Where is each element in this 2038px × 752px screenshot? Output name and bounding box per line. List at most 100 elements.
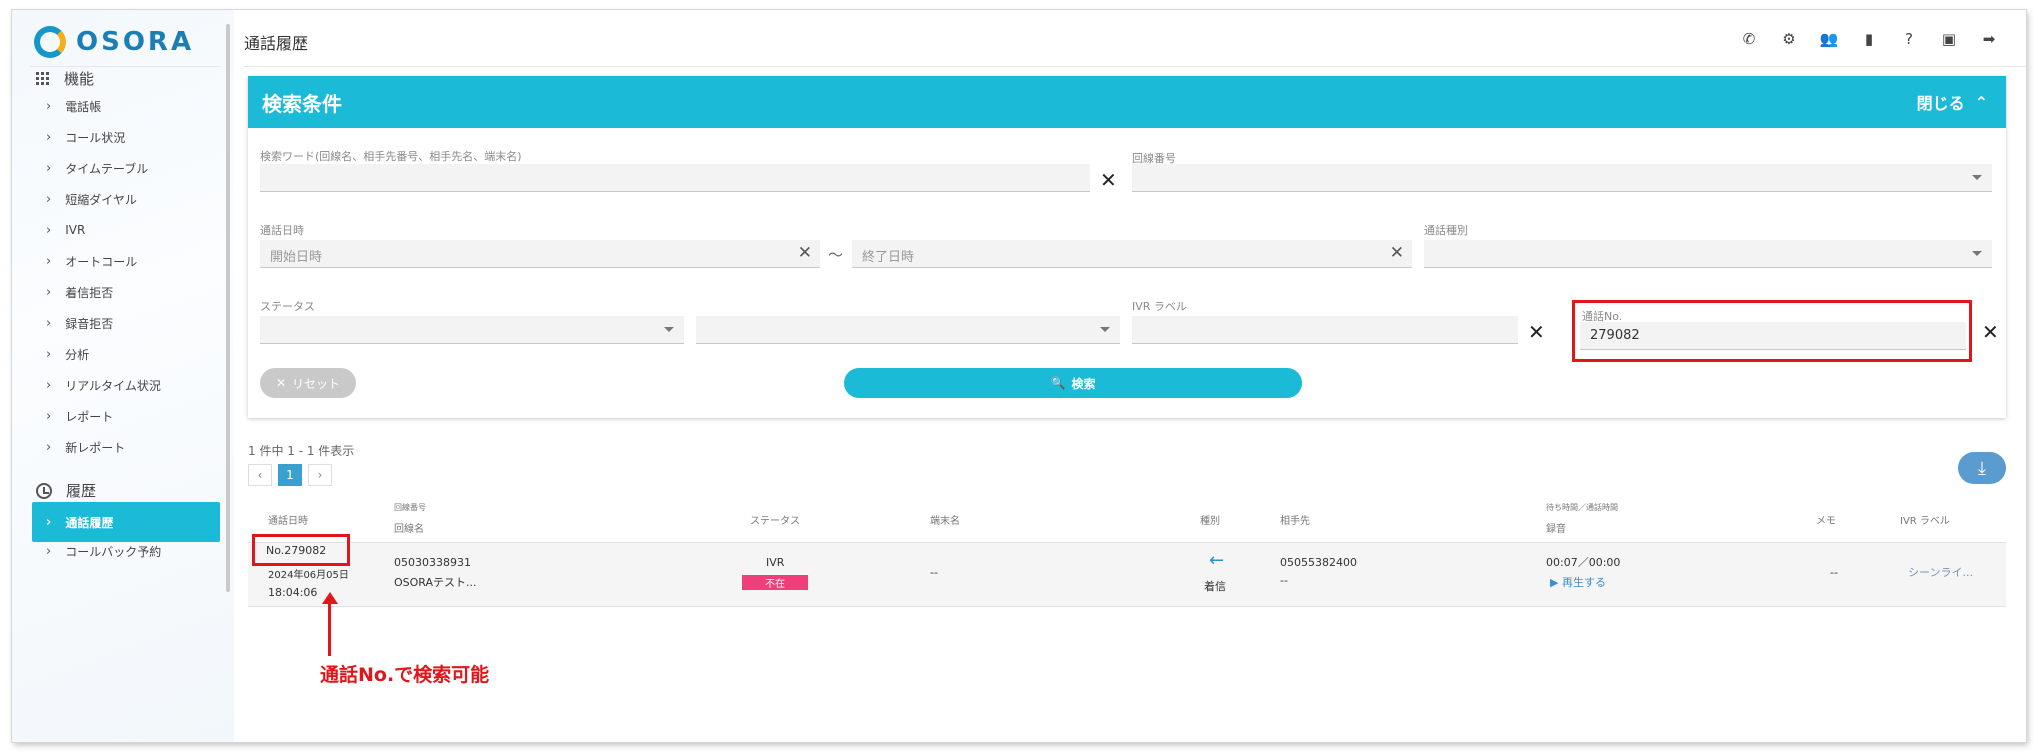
section-history-label: 履歴 bbox=[66, 482, 97, 500]
prev-page-button[interactable]: ‹ bbox=[248, 464, 272, 486]
header-toolbar: ✆ ⚙ 👥 ▮ ? ▣ ➡ bbox=[1738, 28, 2000, 50]
sidebar-item-new-report[interactable]: › 新レポート bbox=[32, 429, 220, 465]
search-label: 検索 bbox=[1071, 376, 1096, 391]
sidebar-item-label: タイムテーブル bbox=[65, 161, 149, 176]
logo[interactable]: OSORA bbox=[34, 24, 194, 60]
clear-start-icon[interactable]: ✕ bbox=[798, 243, 812, 263]
annotation-arrow bbox=[328, 598, 331, 656]
sidebar-item-label: IVR bbox=[65, 223, 86, 237]
account-box-icon[interactable]: ▣ bbox=[1938, 28, 1960, 50]
call-no-input[interactable]: 279082 bbox=[1580, 322, 1966, 350]
chevron-right-icon: › bbox=[46, 222, 52, 238]
settings-icon[interactable]: ⚙ bbox=[1778, 28, 1800, 50]
dropdown-caret-icon bbox=[664, 327, 674, 332]
dropdown-caret-icon bbox=[1100, 327, 1110, 332]
row-line-name: OSORAテスト... bbox=[394, 576, 477, 589]
sidebar-item-label: コールバック予約 bbox=[65, 544, 162, 559]
close-icon: ✕ bbox=[275, 376, 287, 390]
call-type-select[interactable] bbox=[1424, 240, 1992, 268]
search-button[interactable]: 🔍 検索 bbox=[844, 368, 1302, 398]
col-type: 種別 bbox=[1200, 516, 1220, 527]
section-features: 機能 bbox=[36, 68, 94, 89]
chevron-right-icon: › bbox=[46, 284, 52, 300]
chevron-right-icon: › bbox=[46, 377, 52, 393]
result-summary: 1 件中 1 - 1 件表示 bbox=[248, 444, 355, 458]
page-1-button[interactable]: 1 bbox=[278, 464, 302, 486]
users-icon[interactable]: 👥 bbox=[1818, 28, 1840, 50]
chevron-right-icon: › bbox=[46, 98, 52, 114]
row-call-no: No.279082 bbox=[266, 544, 327, 557]
chevron-right-icon: › bbox=[46, 346, 52, 362]
row-terminal: -- bbox=[930, 566, 938, 579]
chevron-right-icon: › bbox=[46, 439, 52, 455]
keyword-label: 検索ワード(回線名、相手先番号、相手先名、端末名) bbox=[260, 150, 522, 163]
ivr-label-input[interactable] bbox=[1132, 316, 1518, 344]
chevron-up-icon: ⌃ bbox=[1974, 92, 1988, 112]
download-icon: ⤓ bbox=[1978, 457, 1986, 479]
clear-keyword-icon[interactable]: ✕ bbox=[1100, 168, 1117, 192]
status-select-1[interactable] bbox=[260, 316, 684, 344]
chevron-right-icon: › bbox=[46, 160, 52, 176]
row-status: IVR bbox=[766, 556, 785, 569]
line-number-select[interactable] bbox=[1132, 164, 1992, 192]
clear-end-icon[interactable]: ✕ bbox=[1390, 243, 1404, 263]
call-type-label: 通話種別 bbox=[1424, 224, 1468, 237]
close-panel-button[interactable]: 閉じる ⌃ bbox=[1917, 90, 1988, 114]
status-select-2[interactable] bbox=[696, 316, 1120, 344]
chevron-right-icon: › bbox=[46, 543, 52, 559]
start-datetime-placeholder: 開始日時 bbox=[270, 250, 323, 265]
col-partner: 相手先 bbox=[1280, 516, 1310, 527]
sidebar-item-callback-reservation[interactable]: › コールバック予約 bbox=[32, 533, 220, 569]
history-icon bbox=[36, 482, 52, 499]
search-icon: 🔍 bbox=[1050, 376, 1066, 390]
sidebar-item-label: 分析 bbox=[65, 347, 90, 362]
chevron-right-icon: › bbox=[46, 315, 52, 331]
row-date: 2024年06月05日 bbox=[268, 570, 349, 581]
start-datetime-input[interactable]: 開始日時 ✕ bbox=[260, 240, 820, 268]
header-divider bbox=[244, 66, 2026, 67]
status-label: ステータス bbox=[260, 300, 315, 313]
logout-icon[interactable]: ➡ bbox=[1978, 28, 2000, 50]
col-recording: 録音 bbox=[1546, 524, 1566, 535]
row-duration: 00:07／00:00 bbox=[1546, 556, 1621, 569]
section-history: 履歴 bbox=[36, 480, 96, 501]
help-icon[interactable]: ? bbox=[1898, 28, 1920, 50]
download-button[interactable]: ⤓ bbox=[1958, 452, 2006, 484]
col-ivr: IVR ラベル bbox=[1900, 516, 1950, 527]
col-line-number: 回線番号 bbox=[394, 503, 426, 512]
sidebar-item-label: 新レポート bbox=[65, 440, 126, 455]
play-recording-link[interactable]: ▶ 再生する bbox=[1550, 574, 1606, 590]
chevron-right-icon: › bbox=[46, 129, 52, 145]
search-panel-header: 検索条件 閉じる ⌃ bbox=[248, 76, 2006, 128]
sidebar-item-label: コール状況 bbox=[65, 130, 126, 145]
row-partner-number: 05055382400 bbox=[1280, 556, 1357, 569]
apps-grid-icon bbox=[36, 71, 50, 86]
book-icon[interactable]: ▮ bbox=[1858, 28, 1880, 50]
row-ivr-label-link[interactable]: シーンライ... bbox=[1908, 564, 1973, 580]
clear-call-no-icon[interactable]: ✕ bbox=[1982, 320, 1999, 344]
chevron-right-icon: › bbox=[46, 408, 52, 424]
sidebar-scrollbar[interactable] bbox=[226, 24, 230, 592]
clear-ivr-icon[interactable]: ✕ bbox=[1528, 320, 1545, 344]
reset-button[interactable]: ✕ リセット bbox=[260, 368, 356, 398]
end-datetime-placeholder: 終了日時 bbox=[862, 250, 915, 265]
chevron-right-icon: › bbox=[46, 253, 52, 269]
col-terminal: 端末名 bbox=[930, 516, 960, 527]
divider bbox=[30, 66, 220, 67]
sidebar-item-label: 着信拒否 bbox=[65, 285, 114, 300]
table-row[interactable] bbox=[248, 543, 2006, 607]
phone-callback-icon[interactable]: ✆ bbox=[1738, 28, 1760, 50]
row-direction: 着信 bbox=[1204, 580, 1226, 593]
page-title: 通話履歴 bbox=[244, 34, 309, 53]
sidebar-item-label: 録音拒否 bbox=[65, 316, 114, 331]
row-partner-name: -- bbox=[1280, 574, 1288, 587]
end-datetime-input[interactable]: 終了日時 ✕ bbox=[852, 240, 1412, 268]
pagination: ‹ 1 › bbox=[248, 464, 332, 486]
search-panel: 検索条件 閉じる ⌃ 検索ワード(回線名、相手先番号、相手先名、端末名) ✕ 回… bbox=[248, 76, 2006, 418]
dropdown-caret-icon bbox=[1972, 175, 1982, 180]
keyword-input[interactable] bbox=[260, 164, 1090, 192]
sidebar-item-label: 電話帳 bbox=[65, 99, 102, 114]
next-page-button[interactable]: › bbox=[308, 464, 332, 486]
col-duration: 待ち時間／通話時間 bbox=[1546, 503, 1618, 512]
incoming-arrow-icon: ← bbox=[1209, 550, 1225, 571]
